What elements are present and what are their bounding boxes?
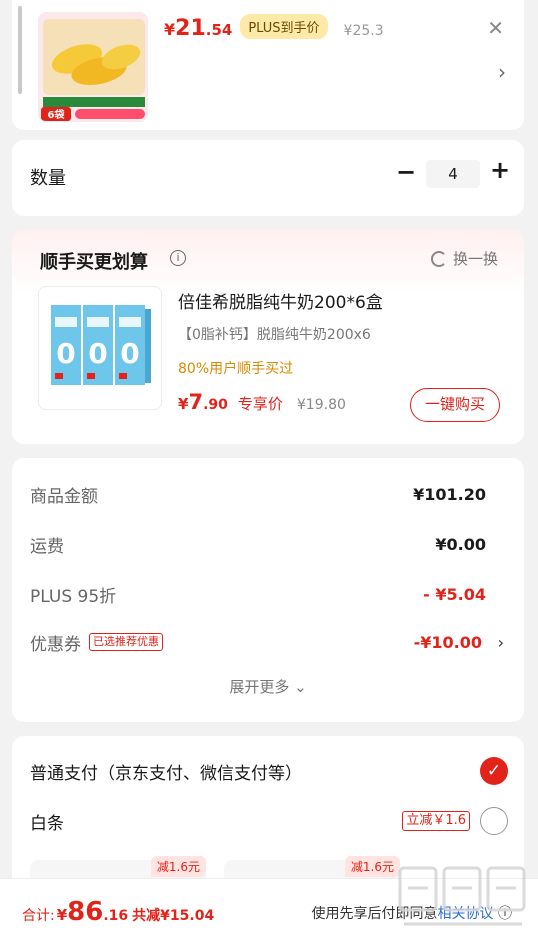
total-integer: 86	[67, 897, 104, 927]
swap-label: 换一换	[452, 250, 498, 268]
total-symbol: ¥	[56, 906, 68, 924]
quantity-input[interactable]: 4	[426, 160, 480, 188]
addon-price-integer: 7	[188, 390, 204, 414]
total-decimal: .16	[103, 908, 129, 924]
chevron-right-icon[interactable]: ›	[498, 633, 504, 652]
payment-label: 白条	[30, 813, 64, 834]
agreement-text: 使用先享后付即同意相关协议 ⓘ	[312, 903, 512, 923]
check-icon[interactable]: ✓	[480, 757, 508, 785]
plan-discount-tag: 减1.6元	[150, 856, 206, 877]
summary-label: PLUS 95折	[30, 586, 117, 607]
agreement-link[interactable]: 相关协议	[438, 906, 494, 922]
quantity-card: 数量 − 4 +	[12, 140, 524, 216]
price-integer: 21	[175, 16, 206, 41]
payment-option-normal[interactable]: 普通支付（京东支付、微信支付等） ✓	[30, 756, 508, 786]
summary-label: 优惠券	[30, 634, 81, 655]
expand-label: 展开更多	[229, 678, 290, 696]
order-total: 合计: ¥ 86 .16 共减¥15.04	[22, 897, 214, 927]
total-label: 合计:	[22, 908, 55, 924]
close-icon[interactable]: ✕	[487, 16, 504, 40]
chevron-down-icon: ⌄	[294, 678, 307, 696]
summary-label: 运费	[30, 536, 64, 557]
swap-button[interactable]: 换一换	[430, 248, 498, 269]
price-symbol: ¥	[164, 20, 176, 39]
payment-option-baitiao[interactable]: 白条 立减￥1.6	[30, 806, 508, 836]
plus-price-badge: PLUS到手价	[240, 14, 328, 39]
summary-label: 商品金额	[30, 486, 98, 507]
scroll-indicator[interactable]	[18, 6, 22, 94]
svg-text:0: 0	[120, 337, 139, 370]
summary-row-coupon[interactable]: 优惠券 已选推荐优惠 -¥10.00 ›	[30, 628, 504, 656]
product-header-card: 6袋 ¥ 21 .54 PLUS到手价 ¥25.3 ✕ ›	[12, 0, 524, 130]
one-click-buy-button[interactable]: 一键购买	[410, 388, 500, 422]
checkout-bottom-bar: 合计: ¥ 86 .16 共减¥15.04 使用先享后付即同意相关协议 ⓘ	[0, 878, 538, 943]
addon-price-row: ¥ 7 .90 专享价 ¥19.80	[178, 390, 346, 414]
addon-price-decimal: .90	[203, 397, 228, 413]
payment-label: 普通支付（京东支付、微信支付等）	[30, 763, 302, 784]
svg-text:0: 0	[56, 337, 75, 370]
product-price-row: ¥ 21 .54 PLUS到手价 ¥25.3	[164, 14, 384, 46]
summary-value: -¥10.00	[413, 632, 482, 652]
addon-original-price: ¥19.80	[296, 397, 346, 413]
summary-row-goods: 商品金额 ¥101.20	[30, 480, 504, 508]
summary-value: ¥101.20	[413, 484, 486, 504]
quantity-increase-button[interactable]: +	[490, 156, 510, 184]
quantity-decrease-button[interactable]: −	[396, 158, 416, 186]
milk-product-image[interactable]: 0 0 0	[38, 286, 162, 410]
summary-value: - ¥5.04	[423, 584, 486, 604]
summary-row-plus-discount: PLUS 95折 - ¥5.04	[30, 580, 504, 608]
addon-recommendation-card: 顺手买更划算 i 换一换 0 0 0 倍佳希脱脂纯牛奶200*6盒 【0脂补钙】…	[12, 230, 524, 444]
original-price: ¥25.3	[343, 23, 384, 39]
expand-more-button[interactable]: 展开更多 ⌄	[12, 676, 524, 697]
coupon-badge: 已选推荐优惠	[89, 633, 163, 651]
info-icon[interactable]: ⓘ	[498, 906, 512, 922]
addon-purchase-stat: 80%用户顺手买过	[178, 361, 294, 377]
svg-text:0: 0	[88, 337, 107, 370]
radio-button[interactable]	[480, 807, 508, 835]
addon-product-subtitle: 【0脂补钙】脱脂纯牛奶200x6	[178, 327, 371, 343]
summary-value: ¥0.00	[435, 534, 486, 554]
corn-product-image[interactable]: 6袋	[38, 12, 148, 122]
pack-count-label: 6袋	[48, 108, 66, 121]
plan-discount-tag: 减1.6元	[344, 856, 400, 877]
baitiao-discount-badge: 立减￥1.6	[402, 811, 470, 831]
price-decimal: .54	[205, 21, 233, 39]
addon-product-name[interactable]: 倍佳希脱脂纯牛奶200*6盒	[178, 288, 383, 313]
summary-row-shipping: 运费 ¥0.00	[30, 530, 504, 558]
total-saved: 共减¥15.04	[132, 908, 215, 924]
info-icon[interactable]: i	[170, 250, 186, 266]
exclusive-price-tag: 专享价	[237, 395, 283, 413]
order-summary-card: 商品金额 ¥101.20 运费 ¥0.00 PLUS 95折 - ¥5.04 优…	[12, 458, 524, 722]
chevron-right-icon[interactable]: ›	[498, 60, 506, 84]
addon-title: 顺手买更划算	[40, 252, 148, 273]
addon-price-symbol: ¥	[178, 395, 189, 413]
quantity-label: 数量	[30, 168, 66, 189]
refresh-icon	[430, 250, 447, 267]
agreement-prefix: 使用先享后付即同意	[311, 906, 438, 922]
